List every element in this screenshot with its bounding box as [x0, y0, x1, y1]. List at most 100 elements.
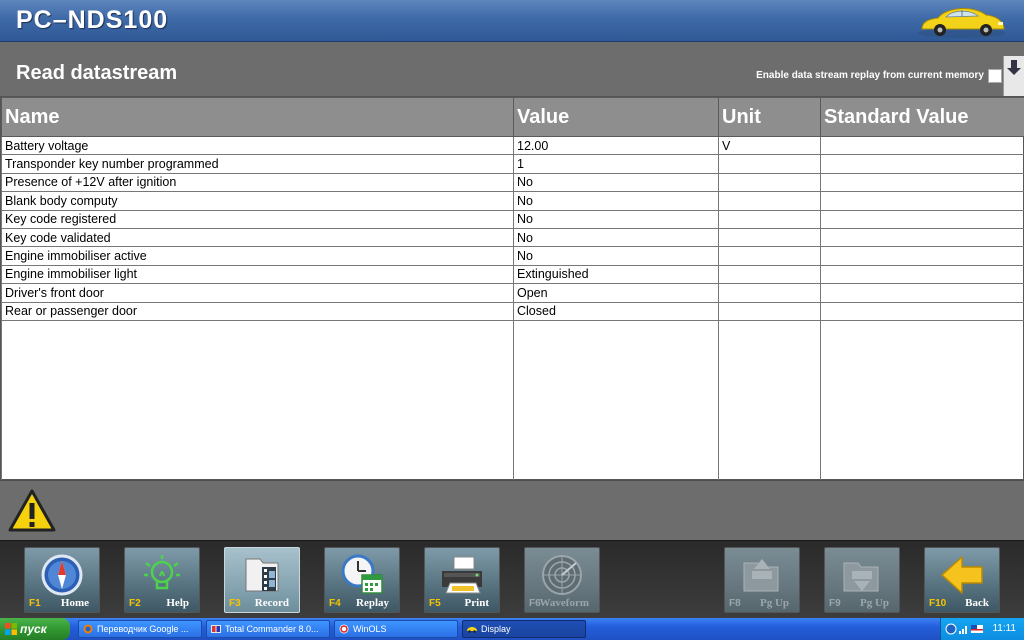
dropdown-button[interactable] — [1003, 56, 1024, 98]
replay-button[interactable]: F4 Replay — [324, 547, 400, 613]
page-down-label: Pg Up — [859, 597, 889, 609]
cell-standard-value — [820, 265, 1024, 285]
print-label: Print — [464, 597, 489, 609]
cell-unit — [718, 302, 821, 321]
printer-icon — [442, 556, 482, 594]
cell-name: Key code registered — [1, 210, 514, 229]
cell-name: Rear or passenger door — [1, 302, 514, 321]
taskbar-item-display[interactable]: Display — [462, 620, 586, 638]
home-button[interactable]: F1 Home — [24, 547, 100, 613]
cell-unit — [718, 283, 821, 303]
task-label: Total Commander 8.0... — [225, 624, 319, 634]
start-label: пуск — [20, 622, 47, 636]
table-header-row: Name Value Unit Standard Value — [1, 97, 1024, 137]
replay-label: Replay — [356, 597, 389, 609]
file-manager-icon — [211, 625, 221, 633]
back-label: Back — [965, 597, 989, 609]
table-row[interactable]: Engine immobiliser active No — [1, 246, 1024, 266]
cell-value: 1 — [513, 154, 719, 174]
fkey-label: F5 — [429, 598, 441, 609]
cell-standard-value — [820, 136, 1024, 156]
table-row[interactable]: Key code validated No — [1, 228, 1024, 248]
system-tray: 11:11 — [940, 618, 1024, 640]
cell-name: Blank body computy — [1, 191, 514, 211]
cell-value: Open — [513, 283, 719, 303]
car-small-icon — [467, 627, 477, 633]
film-folder-icon — [245, 558, 279, 592]
function-bar: F1 Home F2 Help F3 Record F4 Replay F5 P… — [0, 540, 1024, 618]
table-row[interactable]: Rear or passenger door Closed — [1, 302, 1024, 321]
cell-value: No — [513, 246, 719, 266]
fkey-label: F2 — [129, 598, 141, 609]
taskbar-item-google-translate[interactable]: Переводчик Google ... — [78, 620, 202, 638]
clock: 11:11 — [992, 623, 1016, 634]
fkey-label: F1 — [29, 598, 41, 609]
cell-name: Driver's front door — [1, 283, 514, 303]
cell-value: No — [513, 210, 719, 229]
page-title: Read datastream — [16, 62, 178, 84]
clock-calendar-icon — [341, 554, 383, 594]
page-down-button[interactable]: F9 Pg Up — [824, 547, 900, 613]
cell-standard-value — [820, 191, 1024, 211]
warning-icon — [8, 489, 56, 532]
print-button[interactable]: F5 Print — [424, 547, 500, 613]
folder-down-icon — [843, 562, 879, 592]
table-row[interactable]: Transponder key number programmed 1 — [1, 154, 1024, 174]
taskbar-item-winols[interactable]: WinOLS — [334, 620, 458, 638]
cell-standard-value — [820, 246, 1024, 266]
fkey-label: F10 — [929, 598, 947, 609]
column-header-unit: Unit — [718, 97, 821, 137]
start-button[interactable]: пуск — [0, 618, 70, 640]
car-icon — [918, 8, 1006, 38]
fkey-label: F8 — [729, 598, 741, 609]
cell-standard-value — [820, 228, 1024, 248]
cell-unit — [718, 246, 821, 266]
table-row[interactable]: Battery voltage 12.00 V — [1, 136, 1024, 156]
replay-label: Enable data stream replay from current m… — [756, 70, 984, 81]
cell-name: Transponder key number programmed — [1, 154, 514, 174]
compass-icon — [41, 554, 83, 596]
winols-icon — [339, 624, 349, 634]
status-area — [0, 480, 1024, 540]
home-label: Home — [60, 597, 89, 609]
taskbar-item-total-commander[interactable]: Total Commander 8.0... — [206, 620, 330, 638]
app-titlebar: PC–NDS100 — [0, 0, 1024, 42]
cell-standard-value — [820, 302, 1024, 321]
help-button[interactable]: F2 Help — [124, 547, 200, 613]
tray-icons[interactable] — [945, 623, 985, 635]
column-header-value: Value — [513, 97, 719, 137]
table-row[interactable]: Blank body computy No — [1, 191, 1024, 211]
help-label: Help — [166, 597, 189, 609]
datastream-table: Name Value Unit Standard Value Battery v… — [0, 96, 1024, 499]
cell-value: No — [513, 173, 719, 193]
page-up-label: Pg Up — [759, 597, 789, 609]
table-row[interactable]: Engine immobiliser light Extinguished — [1, 265, 1024, 285]
radar-icon — [542, 555, 582, 595]
cell-unit — [718, 265, 821, 285]
task-label: Display — [481, 624, 511, 634]
arrow-down-icon — [1007, 60, 1021, 75]
fkey-label: F4 — [329, 598, 341, 609]
cell-value: No — [513, 191, 719, 211]
cell-unit — [718, 228, 821, 248]
cell-standard-value — [820, 173, 1024, 193]
fkey-label: F3 — [229, 598, 241, 609]
task-label: WinOLS — [353, 624, 387, 634]
cell-standard-value — [820, 210, 1024, 229]
record-button[interactable]: F3 Record — [224, 547, 300, 613]
back-button[interactable]: F10 Back — [924, 547, 1000, 613]
cell-name: Presence of +12V after ignition — [1, 173, 514, 193]
lightbulb-icon — [144, 555, 180, 590]
table-row[interactable]: Driver's front door Open — [1, 283, 1024, 303]
app-title: PC–NDS100 — [16, 6, 169, 34]
page-up-button[interactable]: F8 Pg Up — [724, 547, 800, 613]
table-row[interactable]: Key code registered No — [1, 210, 1024, 229]
table-row[interactable]: Presence of +12V after ignition No — [1, 173, 1024, 193]
fkey-label: F9 — [829, 598, 841, 609]
column-header-standard-value: Standard Value — [820, 97, 1024, 137]
page-header: Read datastream Enable data stream repla… — [0, 42, 1024, 98]
cell-value: Closed — [513, 302, 719, 321]
waveform-button[interactable]: F6 Waveform — [524, 547, 600, 613]
record-label: Record — [254, 597, 289, 609]
replay-checkbox[interactable] — [988, 69, 1002, 83]
